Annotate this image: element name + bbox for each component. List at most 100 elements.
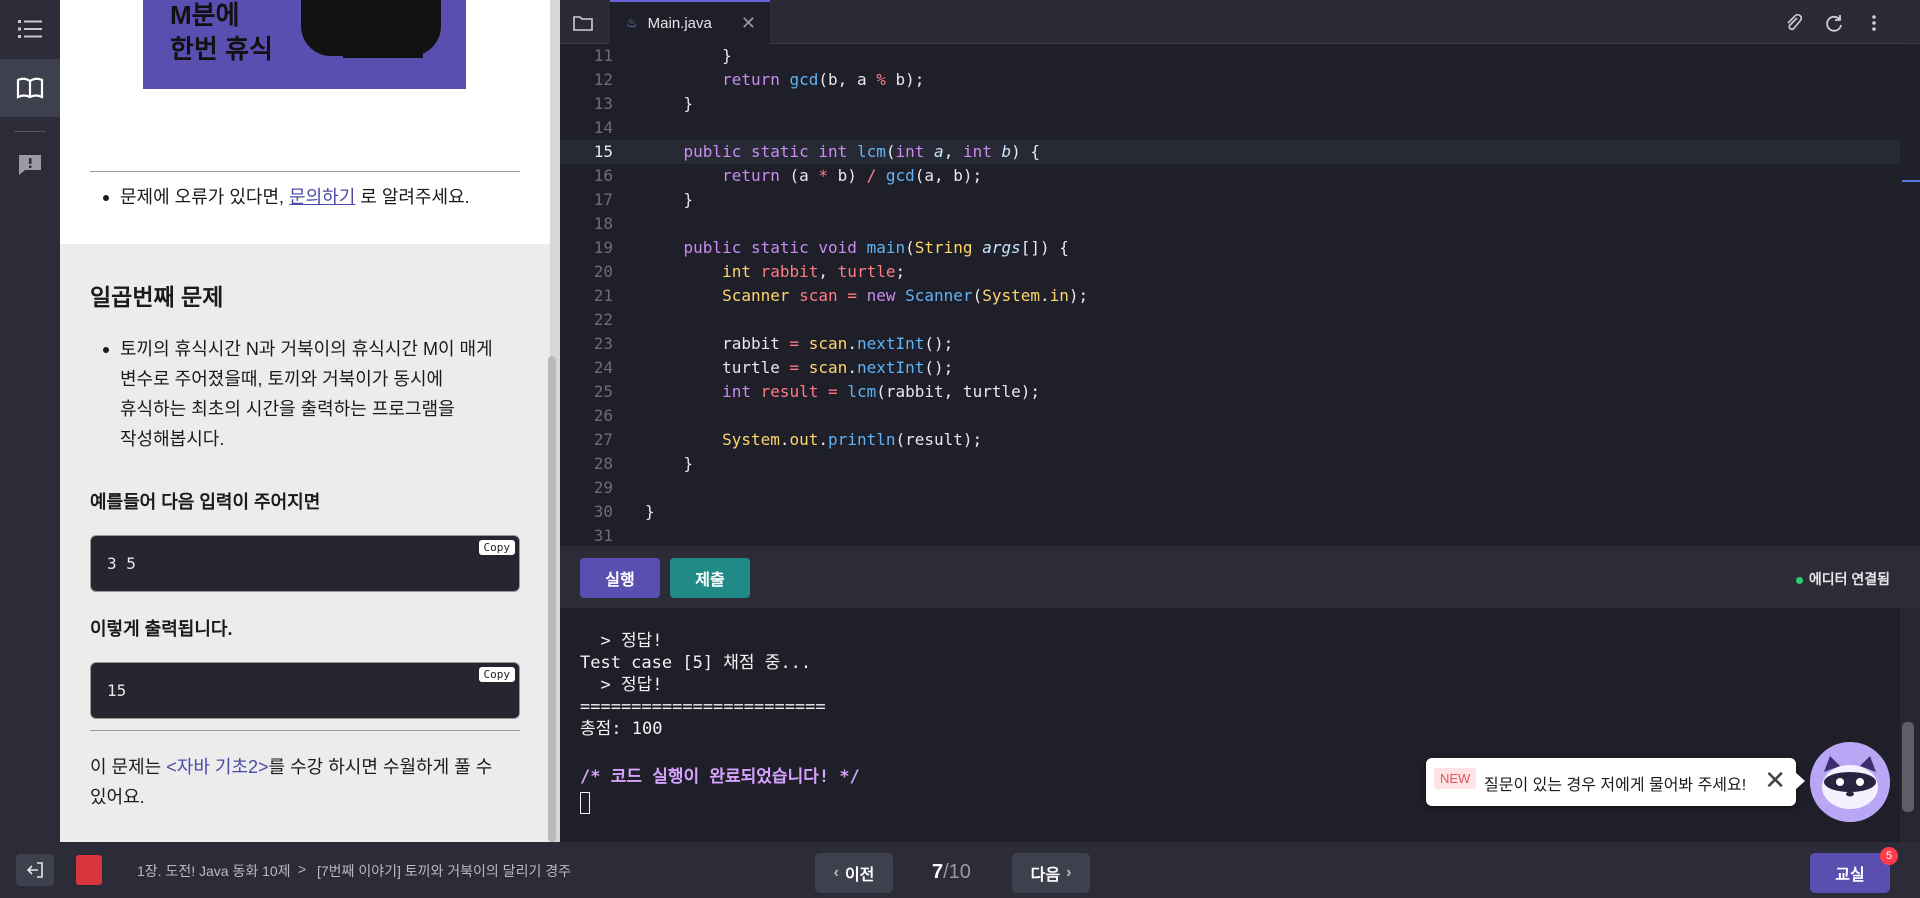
console-scrollbar[interactable] — [1902, 722, 1914, 812]
folder-icon[interactable] — [572, 12, 594, 34]
line-number: 15 — [593, 142, 613, 161]
code-line: 30} — [560, 500, 1900, 524]
panel-scrollbar[interactable] — [548, 356, 556, 842]
code-line: 20 int rabbit, turtle; — [560, 260, 1900, 284]
prev-button[interactable]: ‹ 이전 — [815, 853, 893, 893]
lecture-note: 이 문제는 <자바 기초2>를 수강 하시면 수월하게 풀 수 — [90, 752, 492, 782]
next-label: 다음 — [1030, 867, 1061, 884]
mascot-avatar-icon[interactable] — [1810, 742, 1890, 822]
exit-icon[interactable] — [16, 854, 54, 886]
chat-bubble-tail — [1795, 772, 1805, 790]
java-file-icon: ♨ — [626, 15, 638, 30]
code-editor: ♨ Main.java ✕ 11 } 12 return gcd(b, a % … — [560, 0, 1920, 842]
line-number: 21 — [593, 286, 613, 305]
console-line: > 정답! — [580, 675, 663, 695]
breadcrumb-separator: > — [298, 861, 307, 877]
lecture-link[interactable]: <자바 기초2> — [166, 757, 268, 777]
divider — [90, 730, 520, 731]
status-text: 에디터 연결됨 — [1808, 571, 1890, 587]
breadcrumb-lesson[interactable]: [7번째 이야기] 토끼와 거북이의 달리기 경주 — [317, 861, 571, 881]
submit-button[interactable]: 제출 — [670, 558, 750, 598]
page-total: /10 — [943, 861, 971, 883]
output-console[interactable]: > 정답! Test case [5] 채점 중... > 정답! ======… — [560, 608, 1900, 842]
code-line: 31 — [560, 524, 1900, 548]
code-line: 26 — [560, 404, 1900, 428]
more-options-icon[interactable] — [1863, 12, 1885, 34]
code-line-current: 15 public static int lcm(int a, int b) { — [560, 140, 1900, 164]
turtle-legs — [343, 40, 423, 58]
code-line: 21 Scanner scan = new Scanner(System.in)… — [560, 284, 1900, 308]
console-line: Test case [5] 채점 중... — [580, 653, 812, 673]
run-button[interactable]: 실행 — [580, 558, 660, 598]
problem-description: 토끼의 휴식시간 N과 거북이의 휴식시간 M이 매게 — [103, 334, 493, 364]
feedback-icon[interactable] — [0, 136, 60, 194]
code-line: 27 System.out.println(result); — [560, 428, 1900, 452]
console-cursor — [580, 792, 590, 814]
code-line: 29 — [560, 476, 1900, 500]
lecture-prefix: 이 문제는 — [90, 757, 167, 777]
editor-tab-bar: ♨ Main.java ✕ — [560, 0, 1920, 44]
line-number: 31 — [593, 526, 613, 545]
lecture-suffix: 를 수강 하시면 수월하게 풀 수 — [268, 757, 493, 777]
line-number: 13 — [593, 94, 613, 113]
left-rail — [0, 0, 60, 842]
chat-bubble[interactable]: NEW 질문이 있는 경우 저에게 물어봐 주세요! ✕ — [1426, 758, 1796, 806]
code-line: 22 — [560, 308, 1900, 332]
code-line: 28 } — [560, 452, 1900, 476]
editor-cursor-marker — [1902, 180, 1920, 182]
tab-label: Main.java — [647, 14, 712, 32]
line-number: 18 — [593, 214, 613, 233]
code-line: 24 turtle = scan.nextInt(); — [560, 356, 1900, 380]
report-suffix: 로 알려주세요. — [355, 187, 470, 207]
chevron-right-icon: › — [1066, 864, 1072, 881]
code-line: 12 return gcd(b, a % b); — [560, 68, 1900, 92]
tab-main-java[interactable]: ♨ Main.java ✕ — [610, 0, 770, 44]
desc-line-1: 토끼의 휴식시간 N과 거북이의 휴식시간 M이 매게 — [120, 339, 493, 359]
refresh-icon[interactable] — [1823, 12, 1845, 34]
line-number: 27 — [593, 430, 613, 449]
line-number: 11 — [593, 46, 613, 65]
line-number: 28 — [593, 454, 613, 473]
attachment-icon[interactable] — [1783, 12, 1805, 34]
line-number: 19 — [593, 238, 613, 257]
output-example-value: 15 — [107, 681, 127, 700]
close-icon[interactable]: ✕ — [1764, 765, 1786, 795]
line-number: 25 — [593, 382, 613, 401]
lecture-line-2: 있어요. — [90, 787, 145, 807]
app-root: M분에 한번 휴식 문제에 오류가 있다면, 문의하기 로 알려주세요. 일곱번… — [0, 0, 1920, 898]
course-cover-icon — [76, 855, 102, 885]
editor-scrollbar[interactable] — [1902, 44, 1920, 544]
report-note: 문제에 오류가 있다면, 문의하기 로 알려주세요. — [103, 182, 470, 212]
console-line: ======================== — [580, 697, 826, 717]
line-number: 30 — [593, 502, 613, 521]
desc-line-4: 작성해봅시다. — [120, 429, 225, 449]
line-number: 12 — [593, 70, 613, 89]
code-line: 23 rabbit = scan.nextInt(); — [560, 332, 1900, 356]
banner-line-2: 한번 휴식 — [170, 34, 273, 64]
editor-status: 에디터 연결됨 — [1795, 569, 1890, 589]
code-line: 18 — [560, 212, 1900, 236]
status-dot — [1795, 576, 1803, 584]
next-button[interactable]: 다음 › — [1012, 853, 1090, 893]
contact-link[interactable]: 문의하기 — [289, 187, 355, 207]
new-badge: NEW — [1434, 768, 1477, 789]
copy-input-button[interactable]: Copy — [478, 540, 515, 555]
book-icon[interactable] — [0, 59, 60, 117]
list-icon[interactable] — [0, 0, 60, 58]
code-area[interactable]: 11 } 12 return gcd(b, a % b); 13 } 14 15… — [560, 44, 1920, 545]
breadcrumb-chapter[interactable]: 1장. 도전! Java 동화 10제 — [137, 861, 291, 881]
copy-output-button[interactable]: Copy — [478, 667, 515, 682]
console-line: 총점: 100 — [580, 719, 663, 739]
problem-title: 일곱번째 문제 — [90, 284, 224, 310]
chevron-left-icon: ‹ — [833, 864, 839, 881]
tab-close-icon[interactable]: ✕ — [741, 13, 756, 34]
code-line: 13 } — [560, 92, 1900, 116]
story-banner-image: M분에 한번 휴식 — [143, 0, 466, 89]
input-heading: 예를들어 다음 입력이 주어지면 — [90, 492, 321, 512]
code-line: 25 int result = lcm(rabbit, turtle); — [560, 380, 1900, 404]
divider — [90, 171, 520, 172]
line-number: 14 — [593, 118, 613, 137]
classroom-button[interactable]: 교실 — [1810, 853, 1890, 893]
console-line: > 정답! — [580, 631, 663, 651]
banner-line-1: M분에 — [170, 0, 240, 30]
